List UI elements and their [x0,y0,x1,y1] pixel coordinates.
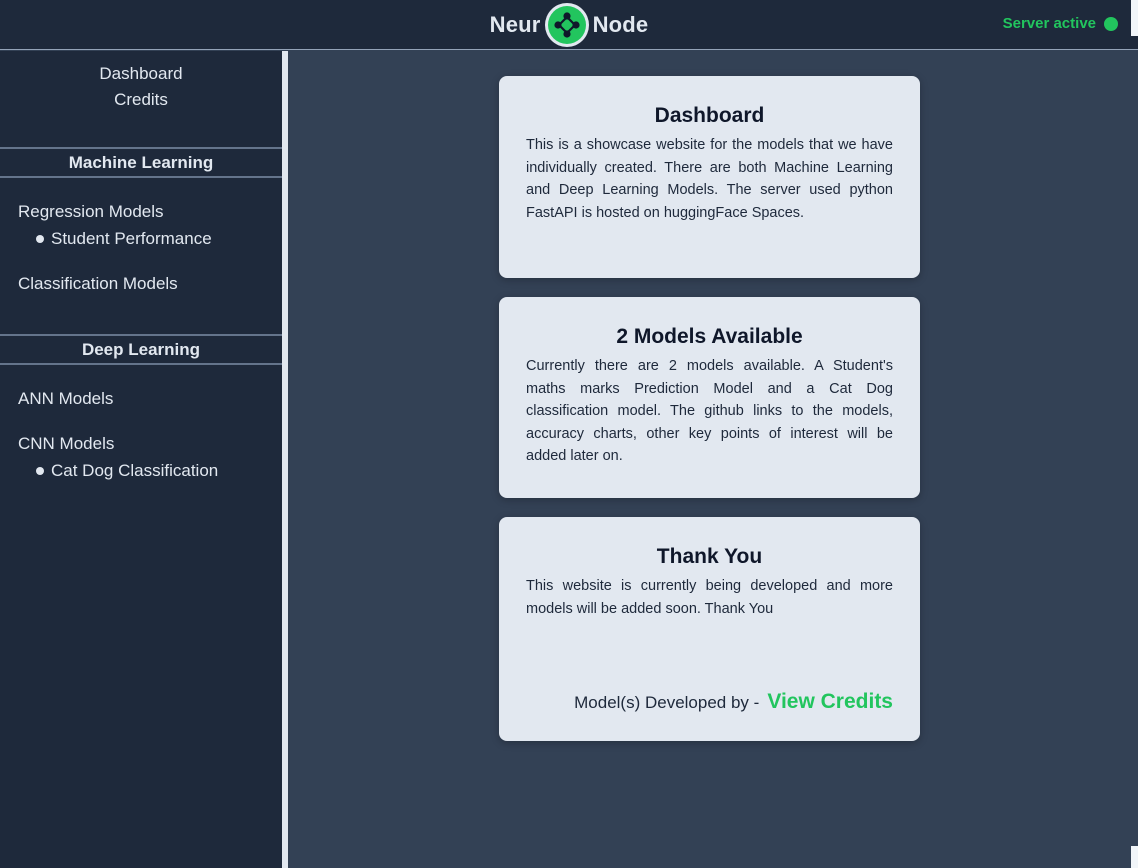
sidebar-link-credits[interactable]: Credits [114,90,168,110]
server-status-label: Server active [1002,15,1096,32]
brand[interactable]: Neur Node [0,2,1138,48]
sidebar: Dashboard Credits Machine Learning Regre… [0,51,288,868]
sidebar-item-label: Cat Dog Classification [51,461,219,480]
status-dot-icon [1104,16,1118,31]
neural-node-logo-icon [544,3,589,47]
server-status: Server active [1003,15,1118,32]
thank-you-card: Thank You This website is currently bein… [499,517,920,741]
window-edge-bottom [1131,846,1138,868]
bullet-icon [36,234,44,243]
card-title: 2 Models Available [616,325,803,348]
sidebar-top-links: Dashboard Credits [0,51,282,110]
card-text: Currently there are 2 models available. … [526,358,893,465]
sidebar-item-ann-models[interactable]: ANN Models [18,385,282,412]
dashboard-card: Dashboard This is a showcase website for… [499,76,920,278]
sidebar-item-classification-models[interactable]: Classification Models [18,270,282,297]
models-available-card: 2 Models Available Currently there are 2… [499,297,920,498]
sidebar-item-label: Student Performance [51,229,212,248]
credits-row: Model(s) Developed by - View Credits [574,690,893,714]
card-text: This is a showcase website for the model… [526,137,893,221]
sidebar-item-cat-dog-classification[interactable]: Cat Dog Classification [18,457,282,484]
classification-models-group: Classification Models [0,270,282,297]
main-content: Dashboard This is a showcase website for… [288,51,1131,868]
sidebar-item-cnn-models[interactable]: CNN Models [18,430,282,457]
cnn-models-group: CNN Models Cat Dog Classification [0,430,282,484]
sidebar-link-dashboard[interactable]: Dashboard [99,64,182,84]
card-title: Dashboard [654,104,765,127]
ann-models-group: ANN Models [0,385,282,412]
sidebar-item-regression-models[interactable]: Regression Models [18,198,282,225]
window-edge-top [1131,0,1138,36]
card-title: Thank You [656,545,763,568]
credits-label: Model(s) Developed by - [574,693,760,712]
brand-text-left: Neur [489,12,541,37]
top-header: Neur Node Server active [0,0,1138,50]
view-credits-link[interactable]: View Credits [767,690,893,714]
bullet-icon [36,466,44,475]
sidebar-item-student-performance[interactable]: Student Performance [18,225,282,252]
section-header-deep-learning: Deep Learning [0,334,282,365]
section-header-machine-learning: Machine Learning [0,147,282,178]
card-text: This website is currently being develope… [526,578,893,617]
regression-models-group: Regression Models Student Performance [0,198,282,252]
brand-text-right: Node [592,12,649,37]
